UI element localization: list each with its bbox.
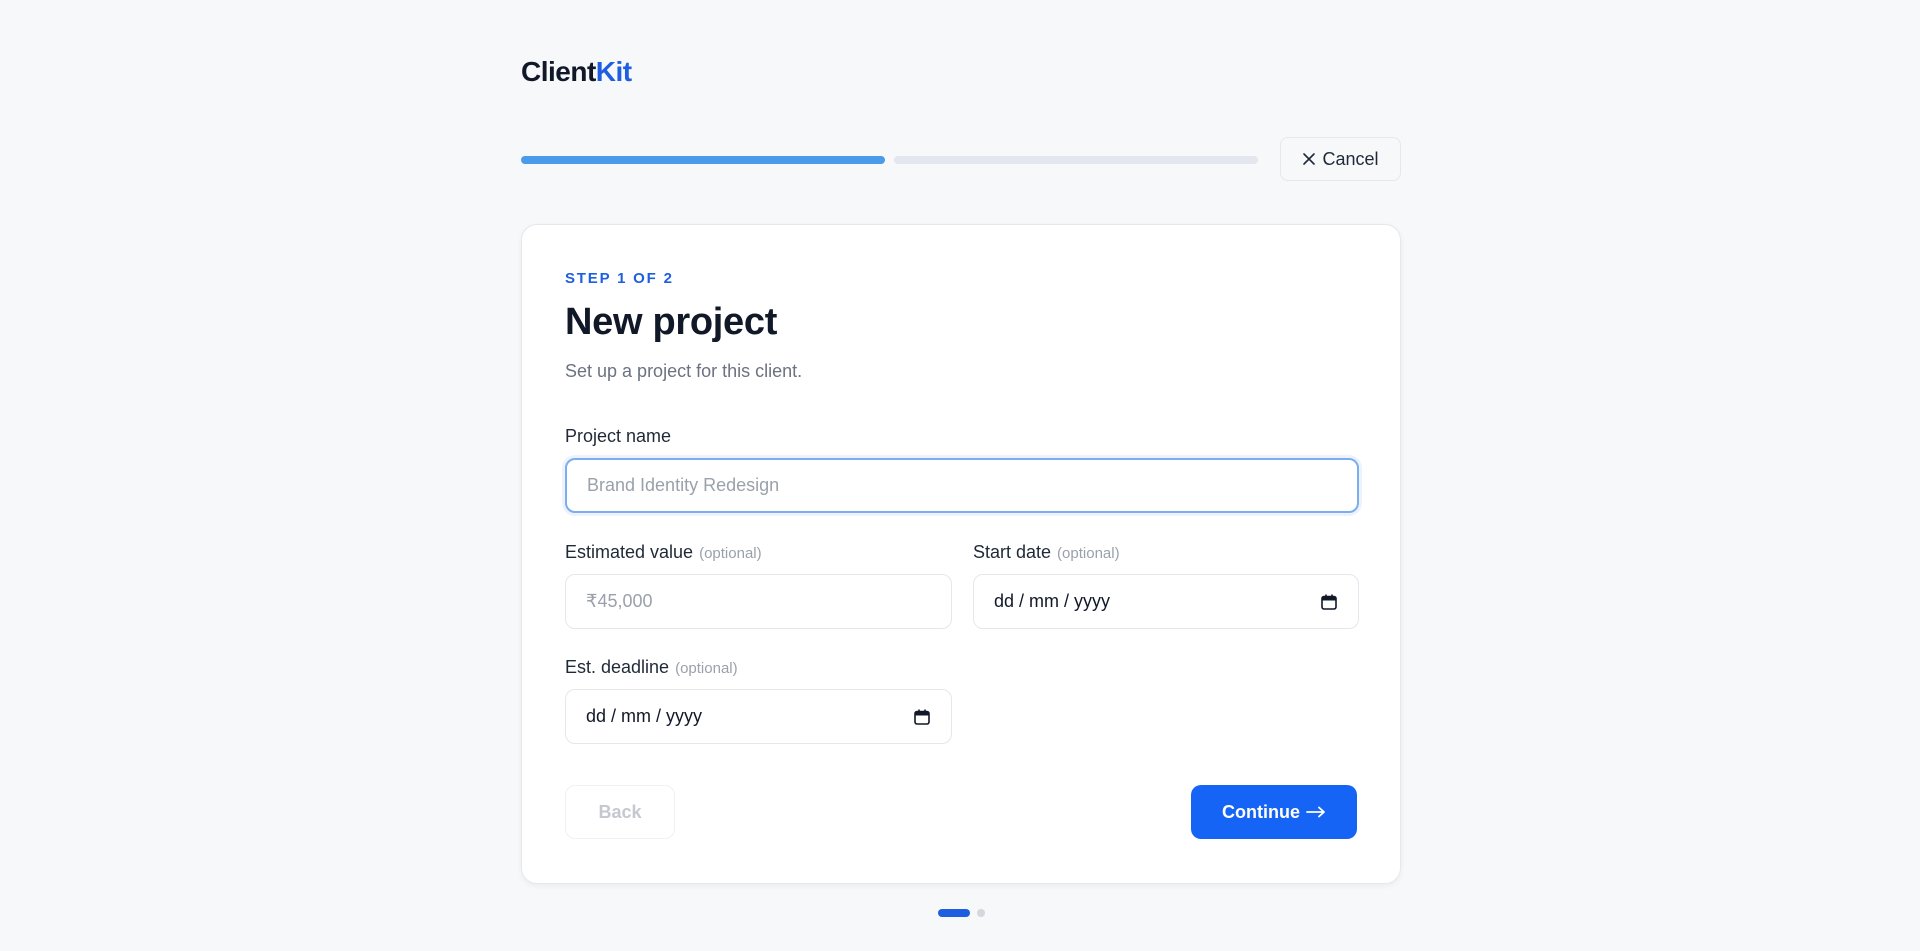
start-date-label: Start date (optional) bbox=[973, 542, 1120, 563]
progress-segment-step-1 bbox=[521, 156, 885, 164]
cancel-label: Cancel bbox=[1322, 148, 1379, 169]
cancel-button[interactable]: Cancel bbox=[1280, 137, 1401, 181]
deadline-label: Est. deadline (optional) bbox=[565, 657, 738, 678]
back-button[interactable]: Back bbox=[565, 785, 675, 839]
logo-text-prefix: Client bbox=[521, 56, 596, 87]
project-form-card: STEP 1 OF 2 New project Set up a project… bbox=[521, 224, 1401, 884]
pager-dot-active bbox=[938, 909, 970, 917]
deadline-label-text: Est. deadline bbox=[565, 657, 670, 677]
deadline-input[interactable]: dd / mm / yyyy bbox=[565, 689, 952, 744]
project-name-label-text: Project name bbox=[565, 426, 672, 446]
estimated-value-input[interactable] bbox=[565, 574, 952, 629]
start-date-input[interactable]: dd / mm / yyyy bbox=[973, 574, 1359, 629]
project-name-label: Project name bbox=[565, 426, 671, 447]
back-label: Back bbox=[598, 801, 642, 822]
continue-label: Continue bbox=[1222, 801, 1300, 822]
project-name-input[interactable] bbox=[565, 458, 1359, 513]
estimated-value-optional: (optional) bbox=[699, 545, 762, 562]
page-title: New project bbox=[565, 301, 778, 343]
start-date-label-text: Start date bbox=[973, 542, 1052, 562]
deadline-placeholder: dd / mm / yyyy bbox=[586, 706, 703, 726]
close-icon bbox=[1303, 153, 1316, 165]
pager-dot-inactive bbox=[977, 909, 985, 917]
page-subtitle: Set up a project for this client. bbox=[565, 361, 803, 381]
progress-segment-step-2 bbox=[894, 156, 1258, 164]
app-logo: ClientKit bbox=[521, 56, 632, 88]
estimated-value-label-text: Estimated value bbox=[565, 542, 694, 562]
continue-button[interactable]: Continue bbox=[1191, 785, 1357, 839]
calendar-icon[interactable] bbox=[913, 708, 931, 726]
estimated-value-label: Estimated value (optional) bbox=[565, 542, 762, 563]
progress-header: Cancel bbox=[521, 137, 1401, 183]
start-date-placeholder: dd / mm / yyyy bbox=[994, 591, 1111, 611]
calendar-icon[interactable] bbox=[1320, 593, 1338, 611]
start-date-optional: (optional) bbox=[1057, 545, 1120, 562]
step-pager bbox=[521, 909, 1401, 919]
step-indicator: STEP 1 OF 2 bbox=[565, 270, 674, 287]
progress-fill-step-1 bbox=[521, 156, 885, 164]
logo-text-suffix: Kit bbox=[595, 56, 632, 87]
arrow-right-icon bbox=[1306, 806, 1325, 818]
deadline-optional: (optional) bbox=[675, 660, 738, 677]
